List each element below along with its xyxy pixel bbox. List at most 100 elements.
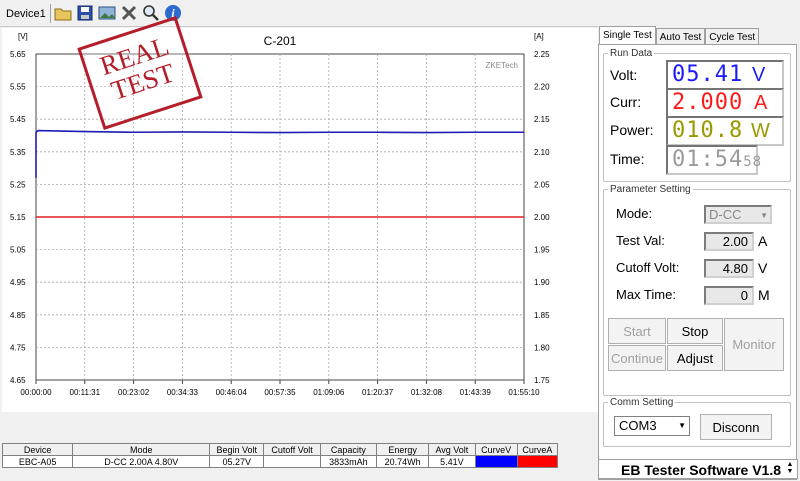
header-device: Device	[1, 443, 74, 456]
right-tick-label: 2.25	[534, 50, 550, 59]
test-val-label: Test Val:	[616, 233, 665, 248]
results-table: Device Mode Begin Volt Cutoff Volt Capac…	[1, 443, 559, 468]
chart-title: C-201	[264, 34, 297, 48]
left-tick-label: 4.95	[10, 278, 26, 287]
mode-value: D-CC	[709, 207, 742, 222]
header-energy: Energy	[375, 443, 430, 456]
zoom-icon[interactable]	[141, 3, 161, 23]
app-title: EB Tester Software V1.8	[621, 462, 782, 478]
cutoff-volt-unit: V	[758, 260, 768, 276]
curve-a-swatch[interactable]	[516, 455, 559, 468]
monitor-button[interactable]: Monitor	[724, 318, 784, 371]
cutoff-volt-label: Cutoff Volt:	[616, 260, 680, 275]
test-val-input[interactable]: 2.00	[704, 232, 754, 251]
right-tick-label: 1.90	[534, 278, 550, 287]
time-value: 01:54	[672, 147, 744, 172]
cell-device: EBC-A05	[1, 455, 74, 468]
right-axis-unit: [A]	[534, 32, 544, 41]
parameter-setting-group: Parameter Setting Mode: D-CC ▼ Test Val:…	[603, 184, 791, 396]
x-tick-label: 00:34:33	[167, 388, 199, 397]
curr-value: 2.000	[672, 90, 744, 115]
left-axis: 5.65 5.55 5.45 5.35 5.25 5.15 5.05 4.95 4.85 4.75…	[10, 50, 26, 385]
header-avg-volt: Avg Volt	[428, 443, 476, 456]
stop-button[interactable]: Stop	[667, 318, 723, 344]
watermark: ZKETech	[486, 61, 518, 70]
power-label: Power:	[610, 122, 654, 138]
left-tick-label: 5.05	[10, 246, 26, 255]
time-label: Time:	[610, 151, 645, 167]
image-icon[interactable]	[97, 3, 117, 23]
max-time-label: Max Time:	[616, 287, 676, 302]
mode-select[interactable]: D-CC ▼	[704, 205, 772, 224]
comm-setting-legend: Comm Setting	[610, 397, 674, 408]
table-header-row: Device Mode Begin Volt Cutoff Volt Capac…	[1, 443, 559, 456]
x-tick-label: 00:11:31	[70, 388, 101, 397]
right-tick-label: 2.15	[534, 115, 550, 124]
power-value: 010.8	[672, 118, 744, 143]
spin-arrows-icon[interactable]: ▲ ▼	[785, 461, 795, 475]
max-time-unit: M	[758, 287, 770, 303]
curve-v-swatch[interactable]	[474, 455, 518, 468]
left-tick-label: 5.65	[10, 50, 26, 59]
mode-label: Mode:	[616, 206, 653, 221]
right-tick-label: 1.80	[534, 343, 550, 352]
right-tick-label: 2.10	[534, 148, 550, 157]
x-axis: 00:00:00 00:11:31 00:23:02 00:34:33 00:46:04…	[20, 380, 540, 397]
x-tick-label: 00:57:35	[264, 388, 296, 397]
right-axis: 2.25 2.20 2.15 2.10 2.05 2.00 1.95 1.90 1.85 1.80…	[534, 50, 550, 385]
open-folder-icon[interactable]	[53, 3, 73, 23]
app-title-bar: EB Tester Software V1.8 ▲ ▼	[598, 459, 798, 479]
volt-unit: V	[752, 64, 766, 86]
volt-display: 05.41	[666, 60, 784, 90]
left-tick-label: 4.85	[10, 311, 26, 320]
max-time-input[interactable]: 0	[704, 286, 754, 305]
adjust-button[interactable]: Adjust	[667, 345, 723, 371]
cell-energy: 20.74Wh	[375, 455, 430, 468]
left-axis-unit: [V]	[18, 32, 28, 41]
tab-single-test[interactable]: Single Test	[599, 26, 656, 46]
power-unit: W	[751, 120, 770, 142]
com-port-select[interactable]: COM3 ▼	[614, 416, 690, 436]
save-icon[interactable]	[75, 3, 95, 23]
continue-button[interactable]: Continue	[608, 345, 666, 371]
chart-area: C-201 [V] [A] ZKETech 5.65 5.55 5.45 5.35 5.…	[2, 16, 598, 412]
left-tick-label: 4.75	[10, 343, 26, 352]
disconn-button[interactable]: Disconn	[700, 414, 772, 440]
volt-value: 05.41	[672, 62, 744, 87]
chevron-down-icon: ▼	[760, 211, 768, 220]
curr-unit: A	[754, 92, 768, 114]
right-tick-label: 1.95	[534, 246, 550, 255]
cutoff-volt-input[interactable]: 4.80	[704, 259, 754, 278]
left-tick-label: 5.25	[10, 180, 26, 189]
left-tick-label: 5.15	[10, 213, 26, 222]
cell-cutoff-volt	[263, 455, 321, 468]
table-row[interactable]: EBC-A05 D-CC 2.00A 4.80V 05.27V 3833mAh …	[1, 455, 559, 468]
device-tab[interactable]: Device1	[0, 3, 51, 23]
x-tick-label: 01:55:10	[508, 388, 540, 397]
header-mode: Mode	[72, 443, 211, 456]
cell-mode: D-CC 2.00A 4.80V	[72, 455, 211, 468]
run-data-group: Run Data Volt: 05.41 V Curr: 2.000 A Pow…	[603, 48, 791, 182]
left-tick-label: 4.65	[10, 376, 26, 385]
left-tick-label: 5.45	[10, 115, 26, 124]
cell-begin-volt: 05.27V	[209, 455, 265, 468]
com-port-value: COM3	[619, 418, 657, 433]
left-tick-label: 5.55	[10, 83, 26, 92]
header-capacity: Capacity	[319, 443, 377, 456]
tab-body: Run Data Volt: 05.41 V Curr: 2.000 A Pow…	[598, 44, 797, 480]
x-tick-label: 00:23:02	[118, 388, 150, 397]
tools-icon[interactable]	[119, 3, 139, 23]
parameter-setting-legend: Parameter Setting	[610, 184, 691, 195]
volt-label: Volt:	[610, 67, 638, 83]
header-curve-v: CurveV	[474, 443, 518, 456]
x-tick-label: 01:20:37	[362, 388, 394, 397]
right-tick-label: 2.00	[534, 213, 550, 222]
x-tick-label: 01:32:08	[411, 388, 443, 397]
right-tick-label: 2.20	[534, 83, 550, 92]
comm-setting-group: Comm Setting COM3 ▼ Disconn	[603, 397, 791, 447]
header-curve-a: CurveA	[516, 443, 559, 456]
test-val-unit: A	[758, 233, 768, 249]
header-cutoff-volt: Cutoff Volt	[263, 443, 321, 456]
right-tick-label: 1.85	[534, 311, 550, 320]
start-button[interactable]: Start	[608, 318, 666, 344]
